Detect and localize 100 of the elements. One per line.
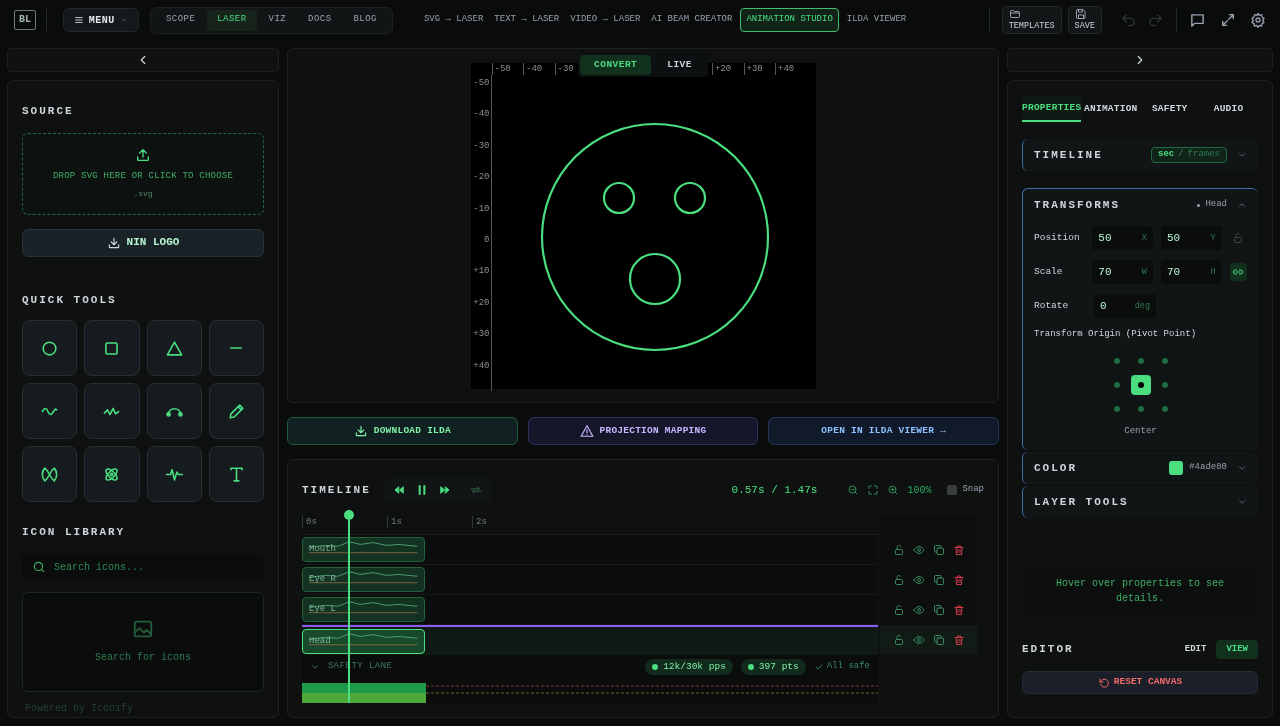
animation-clip[interactable]: Mouth xyxy=(302,537,425,562)
nav-tab[interactable]: SCOPE xyxy=(156,9,206,31)
tool-link[interactable]: TEXT → LASER xyxy=(491,8,563,32)
search-field[interactable]: Search icons... xyxy=(22,554,264,580)
rewind-icon[interactable] xyxy=(392,484,405,496)
color-value: #4ade80 xyxy=(1189,461,1227,475)
editor-mode-tab[interactable]: VIEW xyxy=(1216,640,1258,659)
eye-icon[interactable] xyxy=(913,634,925,646)
copy-icon[interactable] xyxy=(933,604,945,616)
number-field[interactable]: 50 Y xyxy=(1160,226,1222,250)
nav-tab[interactable]: VIZ xyxy=(258,9,297,31)
sample-button[interactable]: NIN LOGO xyxy=(22,228,264,257)
tool-link[interactable]: ANIMATION STUDIO xyxy=(740,8,839,32)
number-field[interactable]: 0 deg xyxy=(1094,294,1156,318)
settings-icon[interactable] xyxy=(1250,12,1266,28)
chevron-down-icon[interactable] xyxy=(310,662,320,672)
timeline-track[interactable]: Head xyxy=(302,625,878,655)
copy-icon[interactable] xyxy=(933,574,945,586)
playhead-handle[interactable] xyxy=(344,510,355,520)
chat-icon[interactable] xyxy=(1189,11,1206,29)
save-button[interactable]: SAVE xyxy=(1067,6,1102,34)
mode-tab[interactable]: LIVE xyxy=(653,55,706,75)
fast-forward-icon[interactable] xyxy=(438,484,451,496)
expand-icon[interactable] xyxy=(1220,12,1236,28)
panel-tab[interactable]: SAFETY xyxy=(1140,96,1200,122)
eye-icon[interactable] xyxy=(913,544,925,556)
lissajous-icon xyxy=(40,464,60,484)
copy-icon[interactable] xyxy=(933,544,945,556)
timeline-track[interactable]: Eye R xyxy=(302,565,878,595)
section-title: SOURCE xyxy=(22,104,75,119)
pivot-point[interactable] xyxy=(1130,374,1151,395)
delete-icon[interactable] xyxy=(953,544,965,556)
timeline-track[interactable]: Mouth xyxy=(302,535,878,565)
eye-icon[interactable] xyxy=(913,574,925,586)
mode-tab[interactable]: CONVERT xyxy=(580,55,652,75)
animation-clip[interactable]: Head xyxy=(302,628,425,654)
delete-icon[interactable] xyxy=(953,574,965,586)
animation-clip[interactable]: Eye R xyxy=(302,567,425,592)
section-header[interactable]: LAYER TOOLS xyxy=(1023,486,1258,518)
nav-tab[interactable]: DOCS xyxy=(298,9,342,31)
timeline-track[interactable]: Eye L xyxy=(302,595,878,625)
tool-link[interactable]: AI BEAM CREATOR xyxy=(648,8,736,32)
animation-clip[interactable]: Eye L xyxy=(302,597,425,622)
checkbox-label: Snap xyxy=(962,483,984,497)
action-button[interactable]: PROJECTION MAPPING xyxy=(527,417,759,445)
unit-toggle[interactable]: sec / frames xyxy=(1151,147,1227,163)
section-title: QUICK TOOLS xyxy=(22,292,118,308)
section-header[interactable]: TIMELINE sec / frames xyxy=(1023,139,1258,171)
eye-icon[interactable] xyxy=(913,604,925,616)
tool-link[interactable]: ILDA VIEWER xyxy=(843,8,910,32)
tool-link[interactable]: VIDEO → LASER xyxy=(567,8,644,32)
target-label: Head xyxy=(1205,198,1227,212)
copy-icon[interactable] xyxy=(933,634,945,646)
tool-button[interactable] xyxy=(146,320,202,376)
warning-icon xyxy=(579,424,594,438)
zoom-in-icon[interactable] xyxy=(887,484,900,496)
image-icon xyxy=(132,618,154,640)
editor-mode-tab[interactable]: EDIT xyxy=(1174,640,1217,659)
zoom-out-icon[interactable] xyxy=(847,484,860,496)
drop-zone[interactable]: DROP SVG HERE OR CLICK TO CHOOSE .svg xyxy=(22,132,264,215)
action-button[interactable]: DOWNLOAD ILDA xyxy=(287,417,518,445)
unlock-icon[interactable] xyxy=(893,544,905,556)
delete-icon[interactable] xyxy=(953,634,965,646)
loop-icon[interactable] xyxy=(468,483,483,497)
color-swatch[interactable] xyxy=(1169,461,1184,475)
tool-button[interactable] xyxy=(84,446,140,502)
panel-tab[interactable]: PROPERTIES xyxy=(1022,96,1082,122)
fit-icon[interactable] xyxy=(867,484,880,496)
tool-button[interactable] xyxy=(22,446,78,502)
unlock-icon[interactable] xyxy=(893,634,905,646)
section-header[interactable]: TRANSFORMS Head xyxy=(1023,189,1258,221)
ruler-label: +40 xyxy=(473,360,490,371)
templates-button[interactable]: TEMPLATES xyxy=(1001,6,1062,34)
number-field[interactable]: 70 H xyxy=(1160,260,1222,284)
menu-button[interactable]: MENU xyxy=(63,8,139,32)
delete-icon[interactable] xyxy=(953,604,965,616)
panel-tab[interactable]: AUDIO xyxy=(1199,96,1258,122)
link-toggle[interactable] xyxy=(1229,263,1247,281)
unlock-icon[interactable] xyxy=(893,574,905,586)
section-header[interactable]: COLOR #4ade80 xyxy=(1023,452,1258,484)
drop-zone-label: DROP SVG HERE OR CLICK TO CHOOSE xyxy=(53,170,233,184)
save-icon xyxy=(1074,7,1087,20)
tool-button[interactable] xyxy=(208,383,264,439)
number-field[interactable]: 50 X xyxy=(1092,226,1153,250)
reset-button[interactable]: RESET CANVAS xyxy=(1022,671,1258,694)
number-field[interactable]: 70 W xyxy=(1092,260,1153,284)
unit-option[interactable]: sec xyxy=(1158,148,1175,162)
snap-checkbox[interactable] xyxy=(947,485,958,495)
pencil-icon xyxy=(226,401,246,421)
nav-tab[interactable]: LASER xyxy=(207,9,257,31)
tool-link[interactable]: SVG → LASER xyxy=(420,8,487,32)
logo[interactable]: BL xyxy=(14,10,36,30)
unlock-icon[interactable] xyxy=(893,604,905,616)
panel-tab[interactable]: ANIMATION xyxy=(1081,96,1141,122)
ruler-label: -40 xyxy=(473,109,490,120)
tool-button[interactable] xyxy=(84,320,140,376)
nav-tab[interactable]: BLOG xyxy=(343,9,387,31)
action-button[interactable]: OPEN IN ILDA VIEWER → xyxy=(768,417,999,445)
circle-icon xyxy=(40,338,60,358)
clip-label: Mouth xyxy=(309,543,336,556)
